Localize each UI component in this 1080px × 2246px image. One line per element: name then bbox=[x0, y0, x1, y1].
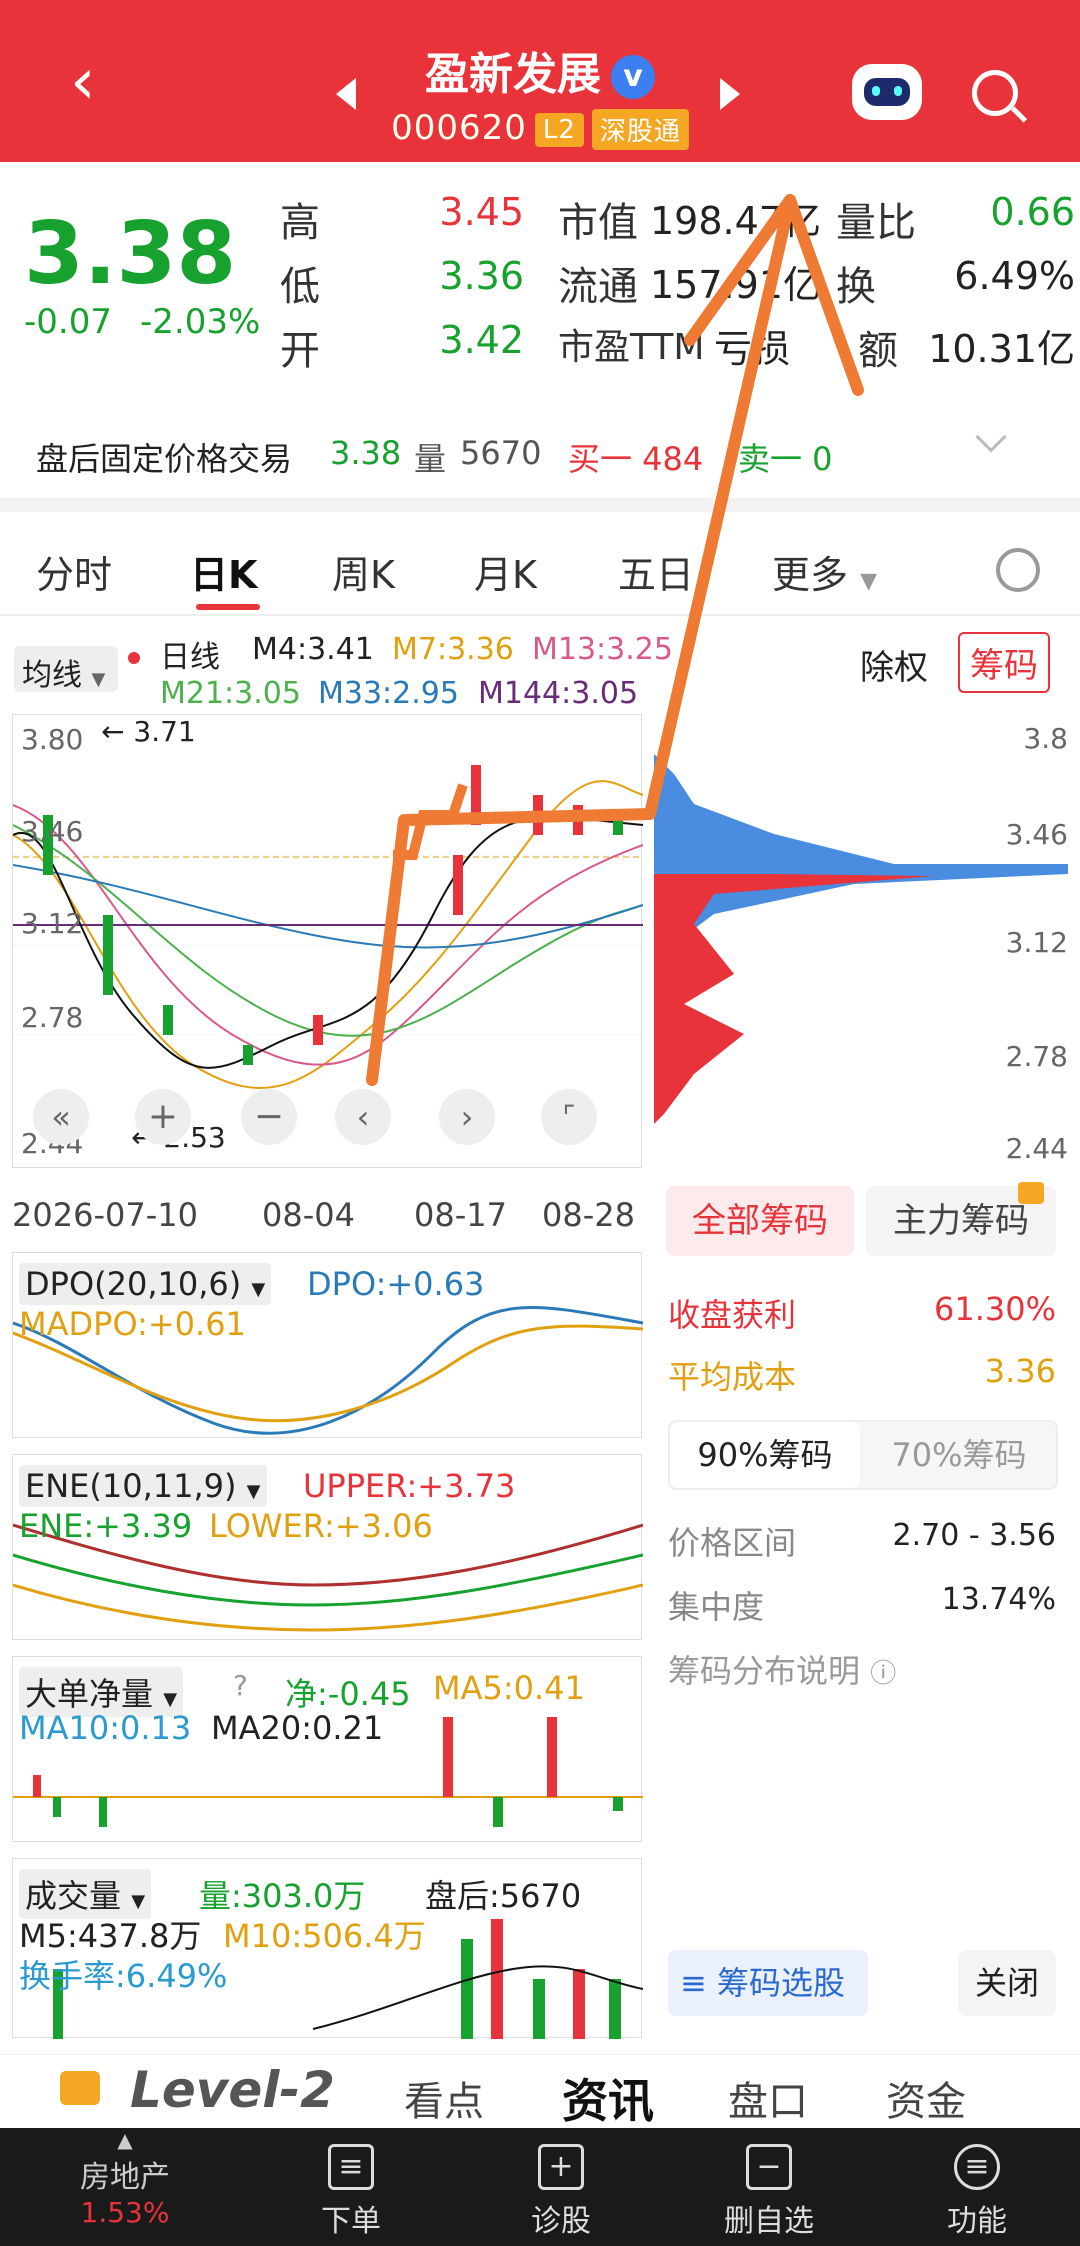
remove-watchlist-button[interactable]: − 删自选 bbox=[694, 2138, 844, 2240]
menu-icon: ≡ bbox=[954, 2144, 1000, 2190]
up-arrow-icon: ▲ bbox=[117, 2128, 133, 2152]
tab-funds[interactable]: 资金 bbox=[886, 2069, 966, 2127]
sector-item[interactable]: ▲ 房地产 1.53% bbox=[50, 2128, 200, 2229]
function-button[interactable]: ≡ 功能 bbox=[902, 2138, 1052, 2240]
sector-name: 房地产 bbox=[80, 2160, 170, 2195]
tab-orderbook[interactable]: 盘口 bbox=[728, 2069, 808, 2127]
sector-pct: 1.53% bbox=[80, 2196, 170, 2229]
hand-drawn-annotation bbox=[366, 194, 864, 1086]
level2-strip: Level-2 看点 资讯 盘口 资金 bbox=[0, 2054, 1080, 2128]
order-button[interactable]: ≡ 下单 bbox=[276, 2138, 426, 2240]
diamond-icon bbox=[60, 2071, 100, 2105]
tab-highlights[interactable]: 看点 bbox=[404, 2069, 484, 2127]
diagnose-icon: + bbox=[538, 2144, 584, 2190]
diagnose-button[interactable]: + 诊股 bbox=[486, 2138, 636, 2240]
bottom-toolbar: ▲ 房地产 1.53% ≡ 下单 + 诊股 − 删自选 ≡ 功能 bbox=[0, 2128, 1080, 2246]
level2-brand: Level-2 bbox=[130, 2061, 335, 2119]
tab-news[interactable]: 资讯 bbox=[562, 2065, 654, 2131]
order-icon: ≡ bbox=[328, 2144, 374, 2190]
minus-icon: − bbox=[746, 2144, 792, 2190]
